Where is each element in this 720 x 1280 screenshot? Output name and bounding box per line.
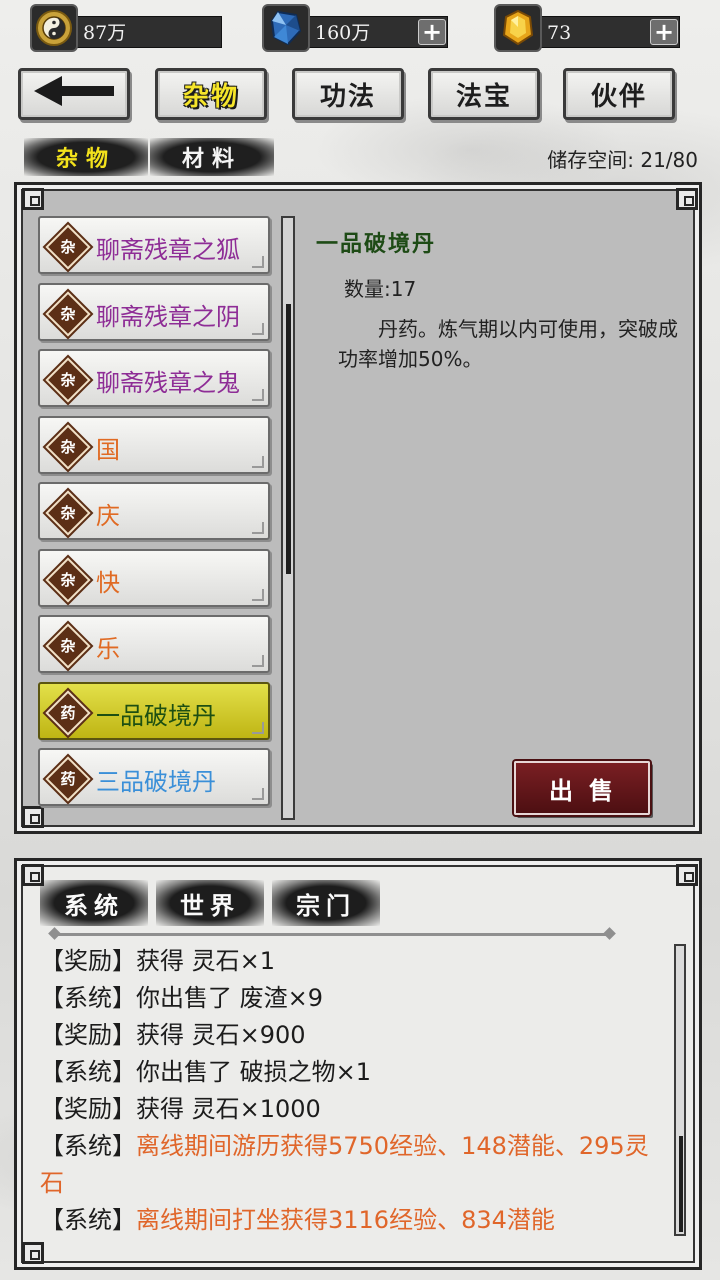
chat-message-tag: 【奖励】 xyxy=(40,1095,136,1123)
panel-corner-ornament xyxy=(22,806,44,828)
panel-corner-ornament xyxy=(22,1242,44,1264)
chat-message-tag: 【系统】 xyxy=(40,1058,136,1086)
item-type-badge: 杂 xyxy=(60,504,76,522)
item-name: 一品破境丹 xyxy=(96,702,216,730)
inventory-item[interactable]: 杂 聊斋残章之鬼 xyxy=(38,349,270,407)
item-type-badge-icon: 杂 xyxy=(45,357,91,403)
item-name: 乐 xyxy=(96,635,120,663)
inventory-item[interactable]: 杂国 xyxy=(38,416,270,474)
sell-button[interactable]: 出售 xyxy=(514,761,650,815)
item-type-badge: 杂 xyxy=(60,438,76,456)
chat-message-text: 离线期间打坐获得3116经验、834潜能 xyxy=(136,1206,555,1234)
item-type-badge-icon: 杂 xyxy=(45,557,91,603)
chat-message-text: 你出售了 废渣×9 xyxy=(136,984,324,1012)
item-type-badge: 杂 xyxy=(60,637,76,655)
item-detail-title: 一品破境丹 xyxy=(316,231,437,257)
chat-tab-sect[interactable]: 宗门 xyxy=(272,880,380,926)
panel-corner-ornament xyxy=(22,188,44,210)
chat-message-text: 获得 灵石×900 xyxy=(136,1021,306,1049)
item-list-scrollbar[interactable] xyxy=(281,216,295,820)
chat-message: 【系统】离线期间打坐获得3116经验、834潜能 xyxy=(40,1202,660,1239)
item-name: 国 xyxy=(96,436,120,464)
corner-deco xyxy=(252,456,264,468)
back-button[interactable] xyxy=(18,68,130,120)
inventory-item[interactable]: 药 三品破境丹 xyxy=(38,748,270,806)
item-type-badge: 杂 xyxy=(60,238,76,256)
corner-deco xyxy=(252,655,264,667)
item-type-badge: 杂 xyxy=(60,571,76,589)
corner-deco xyxy=(252,323,264,335)
panel-corner-ornament xyxy=(676,188,698,210)
chat-message-text: 获得 灵石×1 xyxy=(136,947,276,975)
item-type-badge-icon: 杂 xyxy=(45,224,91,270)
item-type-badge-icon: 杂 xyxy=(45,623,91,669)
inventory-item[interactable]: 杂快 xyxy=(38,549,270,607)
tab-misc[interactable]: 杂物 xyxy=(155,68,267,120)
taiji-coin-icon xyxy=(30,4,78,52)
subtab-misc[interactable]: 杂物 xyxy=(24,138,148,176)
corner-deco xyxy=(252,256,264,268)
tab-companions[interactable]: 伙伴 xyxy=(563,68,675,120)
chat-message-tag: 【系统】 xyxy=(40,1132,136,1160)
corner-deco xyxy=(252,722,264,734)
item-name: 庆 xyxy=(96,502,120,530)
tab-treasures[interactable]: 法宝 xyxy=(428,68,540,120)
item-type-badge-icon: 杂 xyxy=(45,424,91,470)
gold-gem-icon xyxy=(494,4,542,52)
chat-scrollbar[interactable] xyxy=(674,944,686,1236)
add-crystal-button[interactable]: + xyxy=(418,19,446,45)
corner-deco xyxy=(252,522,264,534)
add-gold-button[interactable]: + xyxy=(650,19,678,45)
chat-message-tag: 【奖励】 xyxy=(40,1021,136,1049)
item-type-badge: 药 xyxy=(60,704,76,722)
chat-message: 【系统】你出售了 破损之物×1 xyxy=(40,1054,660,1091)
chat-tab-world[interactable]: 世界 xyxy=(156,880,264,926)
chat-message: 【系统】离线期间游历获得5750经验、148潜能、295灵石 xyxy=(40,1128,660,1202)
chat-message-tag: 【奖励】 xyxy=(40,947,136,975)
chat-scrollbar-thumb[interactable] xyxy=(679,1136,683,1232)
tab-skills[interactable]: 功法 xyxy=(292,68,404,120)
chat-message-tag: 【系统】 xyxy=(40,984,136,1012)
coin-amount: 87万 xyxy=(70,16,222,48)
scrollbar-thumb[interactable] xyxy=(286,304,291,574)
corner-deco xyxy=(252,788,264,800)
chat-message-text: 你出售了 破损之物×1 xyxy=(136,1058,372,1086)
chat-message-text: 获得 灵石×1000 xyxy=(136,1095,321,1123)
item-description: 丹药。炼气期以内可使用，突破成功率增加50%。 xyxy=(338,317,678,371)
inventory-item[interactable]: 杂 聊斋残章之阴 xyxy=(38,283,270,341)
item-name: 三品破境丹 xyxy=(96,768,216,796)
chat-tab-system[interactable]: 系统 xyxy=(40,880,148,926)
item-quantity: 数量:17 xyxy=(344,277,417,301)
chat-message: 【系统】你出售了 废渣×9 xyxy=(40,980,660,1017)
item-type-badge: 杂 xyxy=(60,305,76,323)
item-name: 快 xyxy=(96,569,120,597)
chat-message: 【奖励】获得 灵石×1000 xyxy=(40,1091,660,1128)
corner-deco xyxy=(252,389,264,401)
blue-crystal-icon xyxy=(262,4,310,52)
item-type-badge: 杂 xyxy=(60,371,76,389)
item-type-badge-icon: 杂 xyxy=(45,490,91,536)
chat-divider xyxy=(54,933,610,936)
chat-message: 【奖励】获得 灵石×1 xyxy=(40,943,660,980)
inventory-item[interactable]: 杂 聊斋残章之狐 xyxy=(38,216,270,274)
item-name: 聊斋残章之狐 xyxy=(96,236,240,264)
item-name: 聊斋残章之阴 xyxy=(96,303,240,331)
item-type-badge-icon: 药 xyxy=(45,756,91,802)
item-name: 聊斋残章之鬼 xyxy=(96,369,240,397)
inventory-item[interactable]: 药 一品破境丹 xyxy=(38,682,270,740)
corner-deco xyxy=(252,589,264,601)
storage-capacity: 储存空间: 21/80 xyxy=(547,148,698,172)
item-type-badge-icon: 药 xyxy=(45,690,91,736)
panel-corner-ornament xyxy=(676,864,698,886)
item-type-badge: 药 xyxy=(60,770,76,788)
subtab-materials[interactable]: 材料 xyxy=(150,138,274,176)
chat-message-tag: 【系统】 xyxy=(40,1206,136,1234)
back-arrow-icon xyxy=(32,74,116,115)
inventory-item[interactable]: 杂乐 xyxy=(38,615,270,673)
chat-message: 【奖励】获得 灵石×900 xyxy=(40,1017,660,1054)
item-type-badge-icon: 杂 xyxy=(45,291,91,337)
inventory-item[interactable]: 杂庆 xyxy=(38,482,270,540)
